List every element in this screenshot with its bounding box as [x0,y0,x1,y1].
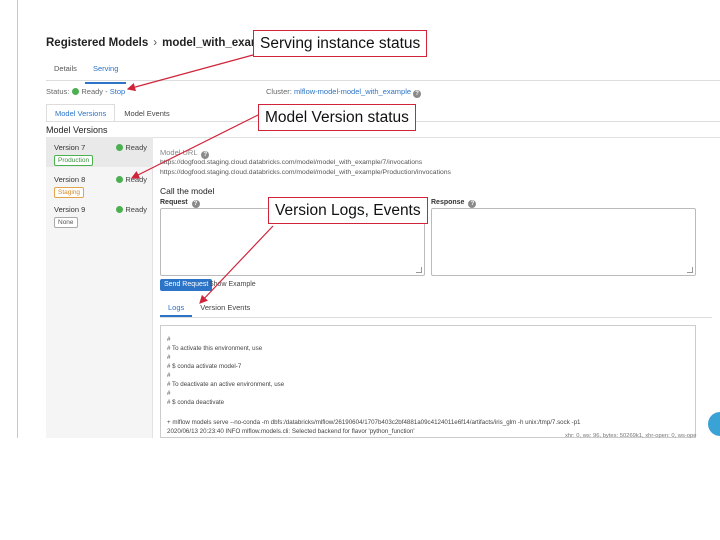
annotation-serving-status: Serving instance status [253,30,428,57]
arrow-serving-status [126,54,254,92]
annotation-arrows [126,54,274,304]
serving-page: Registered Models›model_with_example▾ De… [0,0,720,540]
arrow-version-logs [199,225,274,304]
annotation-version-logs: Version Logs, Events [268,197,428,224]
arrow-version-status [130,111,265,179]
annotation-version-status: Model Version status [258,104,416,131]
